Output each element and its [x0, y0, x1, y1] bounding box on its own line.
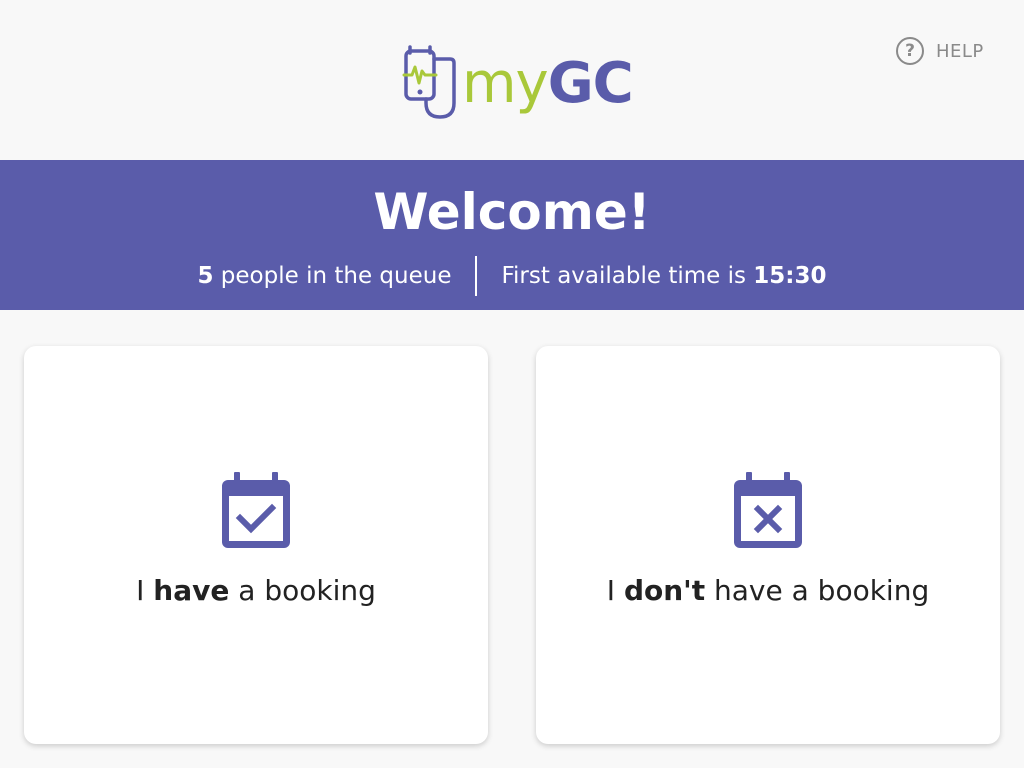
logo-brand: GC — [547, 51, 634, 116]
no-booking-label: I don't have a booking — [536, 574, 1000, 607]
help-button[interactable]: ? HELP — [896, 36, 984, 66]
label-suffix: have a booking — [705, 574, 930, 607]
help-label: HELP — [936, 40, 984, 62]
no-booking-card[interactable]: I don't have a booking — [536, 346, 1000, 744]
have-booking-card[interactable]: I have a booking — [24, 346, 488, 744]
app-logo: myGC — [402, 44, 634, 124]
first-available-time: 15:30 — [753, 263, 827, 289]
queue-text: people in the queue — [213, 263, 452, 289]
queue-status: 5 people in the queue — [197, 263, 451, 289]
question-circle-icon: ? — [896, 37, 924, 65]
queue-count: 5 — [197, 263, 214, 289]
welcome-title: Welcome! — [373, 183, 651, 241]
first-available-text: First available time is — [501, 263, 754, 289]
logo-prefix: my — [462, 51, 549, 116]
queue-info: 5 people in the queue First available ti… — [0, 256, 1024, 296]
header: myGC ? HELP — [0, 0, 1024, 160]
welcome-banner: Welcome! 5 people in the queue First ava… — [0, 160, 1024, 310]
have-booking-label: I have a booking — [24, 574, 488, 607]
calendar-x-icon — [734, 472, 802, 548]
label-prefix: I — [136, 574, 154, 607]
phone-stethoscope-icon — [402, 45, 456, 119]
calendar-check-icon — [222, 472, 290, 548]
label-emphasis: have — [153, 574, 230, 607]
first-available-status: First available time is 15:30 — [501, 263, 826, 289]
label-suffix: a booking — [229, 574, 376, 607]
kiosk-page: myGC ? HELP Welcome! 5 people in the que… — [0, 0, 1024, 768]
logo-wordmark: myGC — [462, 56, 634, 112]
label-emphasis: don't — [623, 574, 706, 607]
label-prefix: I — [606, 574, 624, 607]
info-divider — [475, 256, 478, 296]
